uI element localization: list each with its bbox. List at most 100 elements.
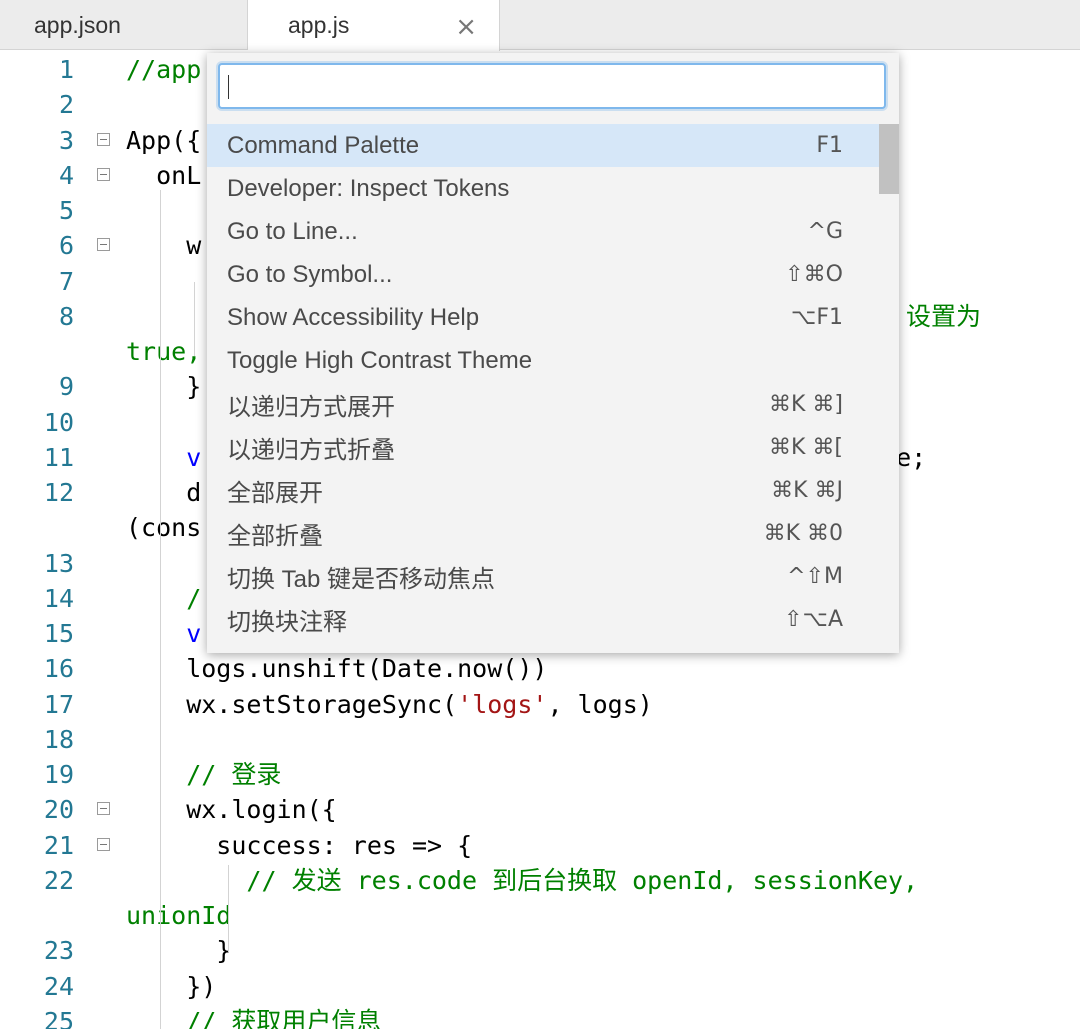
string-literal: 'logs' [457,689,548,719]
fold-toggle-icon[interactable] [97,132,110,146]
code-text: true, [126,337,202,366]
close-icon[interactable]: × [455,12,477,42]
line-number: 16 [43,654,74,684]
code-text: // 获取用户信息 [126,1006,382,1029]
indent-guide [194,282,195,356]
line-number: 24 [43,971,74,1001]
line-number: 8 [58,301,74,331]
code-text: } [126,936,232,966]
command-item[interactable]: 切换块注释 ⇧⌥A [207,598,879,641]
command-palette-input[interactable] [218,63,886,109]
line-number: 14 [43,583,74,613]
code-text: }) [126,971,217,1001]
code-line[interactable]: 24 }) [0,969,1080,1004]
tab-bar: app.json app.js × [0,0,1080,51]
code-text: w [126,231,202,261]
line-number: 9 [58,372,74,402]
line-number: 23 [43,936,74,966]
code-line[interactable]: 19 // 登录 [0,757,1080,792]
line-number: 15 [43,619,74,648]
code-line[interactable]: 17 wx.setStorageSync('logs', logs) [0,687,1080,722]
command-label: Show Accessibility Help [227,303,480,331]
command-label: 切换 Tab 键是否移动焦点 [227,566,496,593]
command-label: Toggle High Contrast Theme [227,347,533,374]
command-item[interactable]: 切换 Tab 键是否移动焦点 ^⇧M [207,555,879,598]
line-number: 10 [43,407,74,437]
command-label: 以递归方式折叠 [227,436,395,464]
command-palette: Command Palette F1 Developer: Inspect Toke… [207,53,899,653]
text-caret [228,75,229,99]
code-text: App({ [126,125,202,155]
tab-label: app.json [34,11,121,38]
line-number: 25 [43,1006,74,1029]
code-text: unionId [126,901,232,930]
line-number: 4 [58,160,74,190]
fold-toggle-icon[interactable] [97,238,110,252]
code-text: success: res => { [126,830,473,860]
line-number: 20 [43,795,74,825]
keybinding-label: ⌘K ⌘J [771,477,843,503]
code-text: //app [126,55,202,84]
code-text: d [126,478,202,507]
line-number: 3 [58,125,74,155]
command-item[interactable]: Developer: Inspect Tokens [207,167,879,210]
tab-label: app.js [288,12,350,38]
indent-guide [160,190,161,1029]
code-line[interactable]: 22 // 发送 res.code 到后台换取 openId, sessionK… [0,863,1080,898]
line-number: 22 [43,865,74,895]
scrollbar-thumb[interactable] [879,124,899,194]
fold-toggle-icon[interactable] [97,802,110,816]
command-label: 全部展开 [227,479,323,507]
code-text: v [126,442,202,472]
command-label: 以递归方式展开 [227,393,395,421]
keybinding-label: ⇧⌘O [785,262,843,288]
code-line[interactable]: 18 [0,722,1080,757]
line-number: 21 [43,830,74,860]
keybinding-label: ⌘K ⌘0 [763,520,843,546]
command-item[interactable]: 以递归方式折叠 ⌘K ⌘[ [207,426,879,469]
keybinding-label: ⌥F1 [790,305,843,331]
command-item[interactable]: Go to Line... ^G [207,210,879,253]
command-label: 全部折叠 [227,522,323,550]
line-number: 13 [43,548,74,578]
keybinding-label: ^G [807,219,843,245]
command-label: Command Palette [227,131,420,159]
line-number: 11 [43,442,74,472]
line-number: 2 [58,90,74,120]
command-item[interactable]: 全部折叠 ⌘K ⌘0 [207,512,879,555]
code-text: onL [126,160,202,190]
code-text: (cons [126,513,202,543]
keybinding-label: ⇧⌥A [784,607,843,633]
command-item[interactable]: 全部展开 ⌘K ⌘J [207,469,879,512]
fold-toggle-icon[interactable] [97,837,110,851]
code-text: v [126,619,202,648]
code-line[interactable]: 20 wx.login({ [0,792,1080,827]
code-line[interactable]: 25 // 获取用户信息 [0,1004,1080,1029]
keybinding-label: F1 [816,133,843,158]
code-line[interactable]: 21 success: res => { [0,828,1080,863]
line-number: 17 [43,689,74,719]
indent-guide [228,865,229,952]
code-text: / [126,583,202,613]
line-number: 1 [58,55,74,84]
command-item[interactable]: 以递归方式展开 ⌘K ⌘] [207,383,879,426]
command-item[interactable]: Show Accessibility Help ⌥F1 [207,296,879,339]
code-line[interactable]: unionId [0,898,1080,933]
code-text: logs.unshift(Date.now()) [126,654,548,684]
command-label: 切换块注释 [227,609,347,637]
command-item[interactable]: Command Palette F1 [207,124,879,167]
command-list: Command Palette F1 Developer: Inspect Toke… [207,124,899,653]
command-item[interactable]: Toggle High Contrast Theme [207,340,879,383]
tab-app-json[interactable]: app.json [0,0,248,50]
command-item[interactable]: Go to Symbol... ⇧⌘O [207,253,879,296]
fold-toggle-icon[interactable] [97,167,110,181]
command-label: Developer: Inspect Tokens [227,174,510,202]
code-line[interactable]: 23 } [0,933,1080,968]
code-text: wx.login({ [126,795,337,825]
code-text: } [126,372,202,402]
command-label: Go to Line... [227,217,358,245]
tab-app-js[interactable]: app.js × [248,0,500,51]
code-line[interactable]: 16 logs.unshift(Date.now()) [0,651,1080,686]
code-text: wx.setStorageSync('logs', logs) [126,689,653,719]
keybinding-label: ⌘K ⌘] [768,391,843,417]
